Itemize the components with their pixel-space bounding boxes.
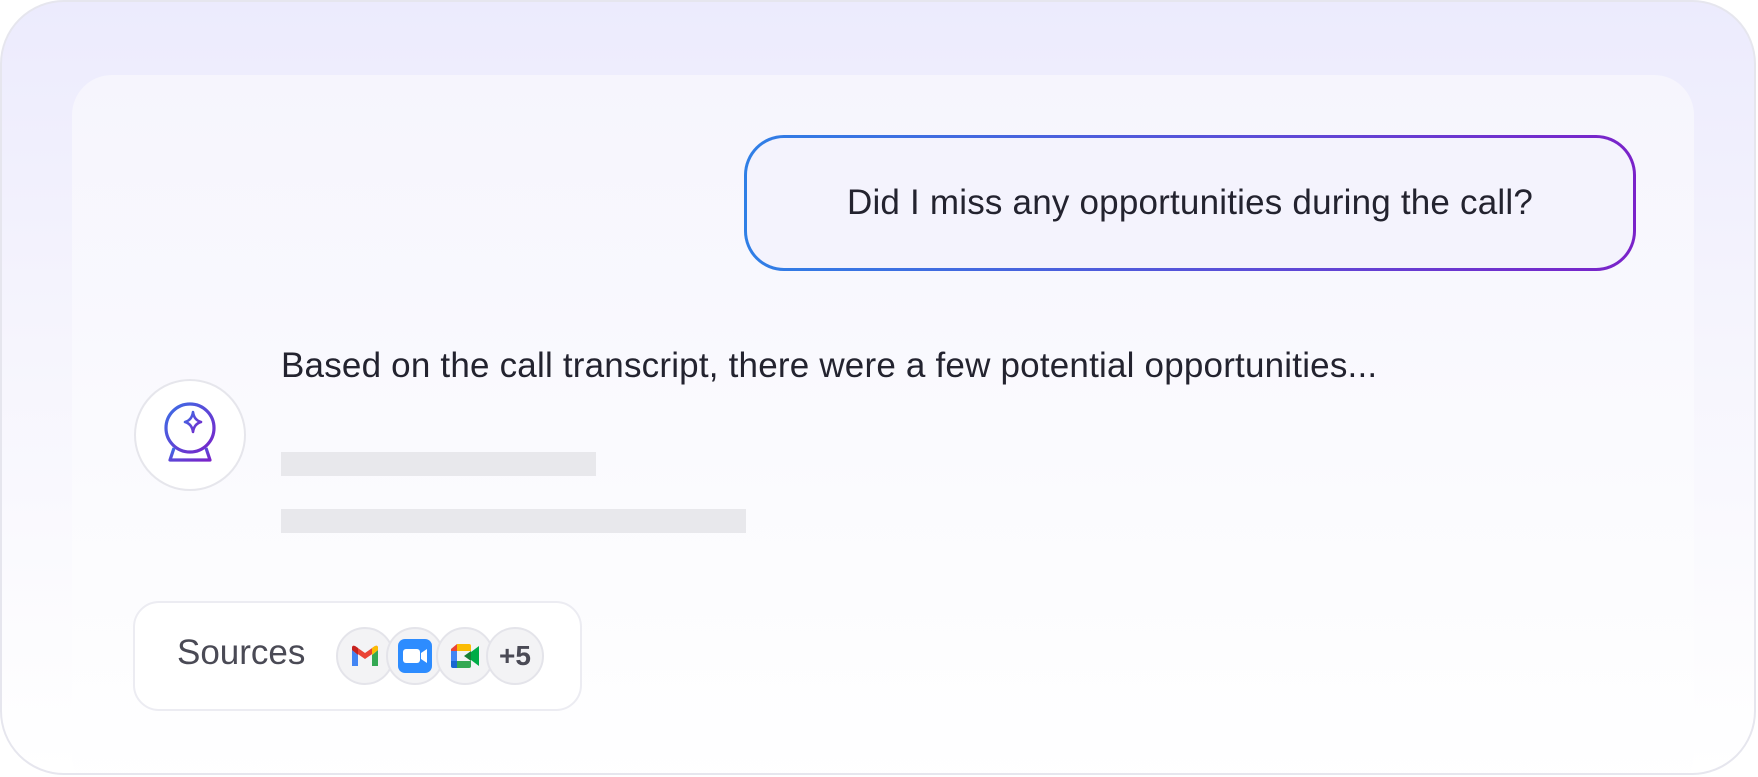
crystal-ball-icon [164, 402, 216, 464]
user-message-text: Did I miss any opportunities during the … [846, 183, 1533, 222]
assistant-avatar [134, 379, 246, 491]
sources-button[interactable]: Sources +5 [133, 601, 582, 711]
sources-label: Sources [177, 633, 306, 672]
loading-skeleton-line [281, 452, 596, 476]
loading-skeleton-line [281, 509, 746, 533]
more-sources-count: +5 [486, 627, 544, 685]
assistant-message-text: Based on the call transcript, there were… [281, 346, 1378, 385]
chat-card: Did I miss any opportunities during the … [0, 0, 1756, 775]
user-message-bubble: Did I miss any opportunities during the … [744, 135, 1636, 271]
